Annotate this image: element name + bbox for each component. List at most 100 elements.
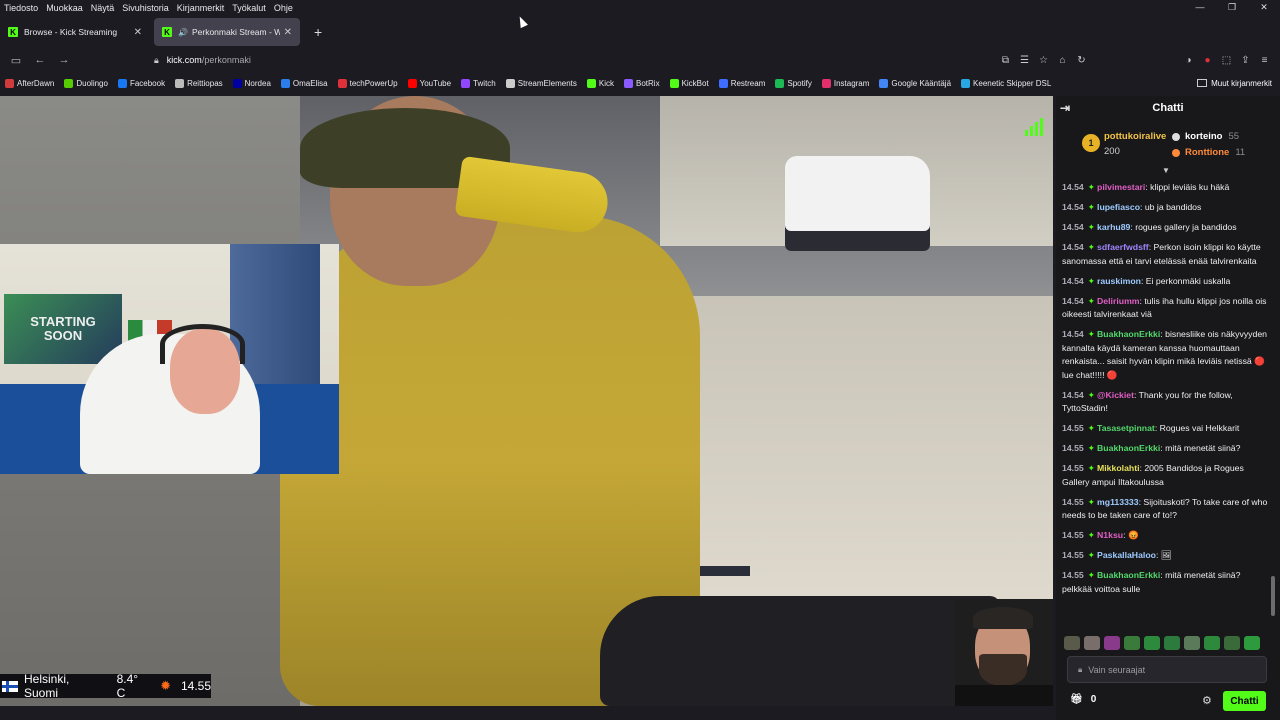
bookmark-item[interactable]: Spotify <box>770 78 816 88</box>
bookmark-item[interactable]: Twitch <box>456 78 501 88</box>
extension-red-icon[interactable]: ● <box>1198 55 1217 66</box>
collapse-chat-icon[interactable]: ⇥ <box>1060 101 1070 115</box>
lock-icon[interactable]: 🔒︎ <box>154 55 159 66</box>
tab-perkonmaki[interactable]: K 🔊 Perkonmaki Stream - Watch ✕ <box>154 18 300 46</box>
message-username[interactable]: mg113333 <box>1097 497 1139 507</box>
app-menu-icon[interactable]: ≡ <box>1255 55 1274 66</box>
message-username[interactable]: Mikkolahti <box>1097 463 1139 473</box>
bookmark-item[interactable]: Keenetic Skipper DSL <box>956 78 1056 88</box>
bookmark-item[interactable]: KickBot <box>665 78 714 88</box>
message-username[interactable]: PaskallaHaloo <box>1097 550 1156 560</box>
emote-icon[interactable] <box>1224 636 1240 650</box>
sun-icon: ✹ <box>160 678 171 693</box>
message-username[interactable]: BuakhaonErkki <box>1097 570 1160 580</box>
video-player[interactable]: STARTING SOON <box>0 96 1053 706</box>
emote-icon[interactable] <box>1204 636 1220 650</box>
bookmark-item[interactable]: AfterDawn <box>0 78 59 88</box>
message-username[interactable]: Deliriumm <box>1097 296 1139 306</box>
expand-leaderboard-icon[interactable]: ▼ <box>1162 166 1170 175</box>
new-tab-icon[interactable]: + <box>314 24 322 40</box>
close-window-icon[interactable]: ✕ <box>1248 0 1280 15</box>
bookmark-item[interactable]: StreamElements <box>501 78 582 88</box>
tab-browse[interactable]: K Browse - Kick Streaming ✕ <box>0 18 150 46</box>
bookmark-item[interactable]: Google Kääntäjä <box>874 78 956 88</box>
menu-history[interactable]: Sivuhistoria <box>118 3 173 13</box>
bookmark-item[interactable]: techPowerUp <box>333 78 403 88</box>
menu-tools[interactable]: Työkalut <box>228 3 270 13</box>
bookmark-item[interactable]: Reittiopas <box>170 78 228 88</box>
message-text: Rogues vai Helkkarit <box>1159 423 1240 433</box>
emote-icon[interactable] <box>1244 636 1260 650</box>
channel-points[interactable]: 🎁︎ 0 <box>1070 694 1096 705</box>
reload-icon[interactable]: ↻ <box>1072 55 1091 66</box>
chat-input[interactable]: 🔒︎ Vain seuraajat <box>1067 656 1267 683</box>
minimize-icon[interactable]: — <box>1184 0 1216 15</box>
tab-close-icon[interactable]: ✕ <box>134 27 142 38</box>
message-username[interactable]: rauskimon <box>1097 276 1141 286</box>
send-chat-button[interactable]: Chatti <box>1223 691 1266 711</box>
emote-icon[interactable] <box>1104 636 1120 650</box>
bookmark-item[interactable]: BotRix <box>619 78 665 88</box>
message-username[interactable]: @Kickiet <box>1097 390 1134 400</box>
message-text: 😡 <box>1127 530 1139 540</box>
chat-scrollbar[interactable] <box>1271 576 1275 616</box>
tab-close-icon[interactable]: ✕ <box>284 27 292 38</box>
bookmark-item[interactable]: Duolingo <box>59 78 113 88</box>
message-username[interactable]: BuakhaonErkki <box>1097 443 1160 453</box>
picture-in-picture-icon[interactable]: ⧉ <box>996 55 1015 66</box>
emote-icon[interactable] <box>1064 636 1080 650</box>
message-username[interactable]: sdfaerfwdsff <box>1097 242 1149 252</box>
menu-edit[interactable]: Muokkaa <box>42 3 87 13</box>
extension-dark-icon[interactable]: ◑ <box>1179 55 1198 66</box>
emote-icon[interactable] <box>1184 636 1200 650</box>
message-time: 14.55 <box>1062 570 1084 580</box>
message-username[interactable]: Tasasetpinnat <box>1097 423 1155 433</box>
bookmark-label: Nordea <box>244 78 271 88</box>
emote-icon[interactable] <box>1144 636 1160 650</box>
bookmark-item[interactable]: YouTube <box>403 78 456 88</box>
url-bar[interactable]: 🔒︎ kick.com/perkonmaki <box>154 48 1054 72</box>
message-time: 14.54 <box>1062 329 1084 339</box>
emote-icon[interactable] <box>1124 636 1140 650</box>
restore-icon[interactable]: ❐ <box>1216 0 1248 15</box>
forward-icon[interactable]: → <box>52 54 76 66</box>
other-bookmarks[interactable]: Muut kirjanmerkit <box>1197 75 1272 91</box>
menu-view[interactable]: Näytä <box>87 3 119 13</box>
message-username[interactable]: lupefiasco <box>1097 202 1140 212</box>
bookmark-item[interactable]: Facebook <box>113 78 170 88</box>
share-icon[interactable]: ⇪ <box>1236 55 1255 66</box>
bookmark-label: Spotify <box>787 78 812 88</box>
weather-time: 14.55 <box>180 679 211 693</box>
message-time: 14.55 <box>1062 423 1084 433</box>
menu-file[interactable]: Tiedosto <box>0 3 42 13</box>
sidebar-toggle-icon[interactable]: ▭ <box>4 54 28 67</box>
bookmark-label: Kick <box>598 78 614 88</box>
bookmark-item[interactable]: OmaElisa <box>276 78 333 88</box>
bookmark-star-icon[interactable]: ☆ <box>1034 55 1053 66</box>
emote-icon[interactable] <box>1164 636 1180 650</box>
bookmark-item[interactable]: Restream <box>714 78 771 88</box>
back-icon[interactable]: ← <box>28 54 52 66</box>
url-path: /perkonmaki <box>201 55 251 65</box>
bookmark-item[interactable]: Kick <box>582 78 619 88</box>
menu-help[interactable]: Ohje <box>270 3 297 13</box>
message-username[interactable]: BuakhaonErkki <box>1097 329 1160 339</box>
bookmark-item[interactable]: Nordea <box>228 78 276 88</box>
message-username[interactable]: karhu89 <box>1097 222 1130 232</box>
bookmark-favicon-icon <box>775 78 785 88</box>
message-username[interactable]: pilvimestari <box>1097 182 1145 192</box>
extensions-icon[interactable]: ⬚ <box>1217 55 1236 66</box>
reader-view-icon[interactable]: ☰ <box>1015 55 1034 66</box>
message-username[interactable]: N1ksu <box>1097 530 1123 540</box>
bookmark-item[interactable]: Instagram <box>817 78 875 88</box>
subscriber-badge-icon: ✦ <box>1087 295 1096 306</box>
emote-icon[interactable] <box>1084 636 1100 650</box>
gear-icon[interactable]: ⚙ <box>1202 694 1212 707</box>
menu-bookmarks[interactable]: Kirjanmerkit <box>173 3 229 13</box>
subscriber-badge-icon: ✦ <box>1087 496 1096 507</box>
bookmark-favicon-icon <box>879 78 889 88</box>
speaker-icon[interactable]: 🔊 <box>178 28 188 37</box>
home-icon[interactable]: ⌂ <box>1053 55 1072 66</box>
gift-leaderboard[interactable]: 1 pottukoiralive 200 korteino 55 Ronttio… <box>1056 122 1280 175</box>
chat-panel: ⇥ Chatti 1 pottukoiralive 200 korteino 5… <box>1056 96 1280 720</box>
